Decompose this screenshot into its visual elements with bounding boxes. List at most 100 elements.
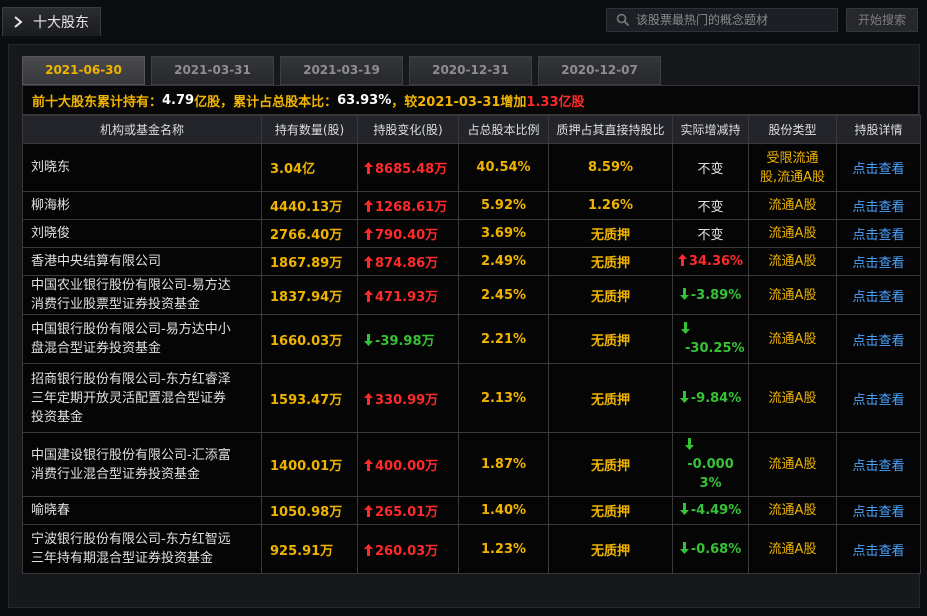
date-tab[interactable]: 2020-12-07 (538, 56, 661, 85)
view-detail-link[interactable]: 点击查看 (836, 314, 921, 364)
holder-name: 三年持有期混合型证券投资基金 (31, 551, 214, 566)
holder-name: 柳海彬 (31, 198, 71, 213)
holding-qty: 1593.47万 (270, 392, 343, 408)
arrow-up-icon (364, 200, 375, 215)
actual-change: 不变 (697, 228, 724, 243)
holding-change-cell: 471.93万 (357, 275, 459, 315)
actual-change-cell: 34.36% (672, 247, 749, 276)
actual-change-cell: -9.84% (672, 363, 749, 433)
holding-change: 260.03万 (375, 543, 439, 559)
date-tab[interactable]: 2021-03-31 (151, 56, 274, 85)
holder-name-cell: 中国建设银行股份有限公司-汇添富 消费行业混合型证券投资基金 (22, 432, 262, 497)
holder-name: 宁波银行股份有限公司-东方红智远 (31, 532, 231, 547)
holder-name-cell: 香港中央结算有限公司 (22, 247, 262, 276)
holding-change: 265.01万 (375, 505, 439, 520)
share-ratio-cell: 1.87% (458, 432, 549, 497)
column-header: 机构或基金名称 (22, 115, 262, 144)
date-tab[interactable]: 2020-12-31 (409, 56, 532, 85)
summary-prefix: 前十大股东累计持有： (32, 94, 163, 110)
view-detail-link[interactable]: 点击查看 (836, 496, 921, 525)
top-ten-shareholders-table: 机构或基金名称 持有数量(股) 持股变化(股) 占总股本比例 质押占其直接持股比 实际增减… (22, 115, 921, 574)
holding-qty: 1400.01万 (270, 459, 343, 474)
section-title-tab[interactable]: 十大股东 (2, 7, 101, 36)
table-row[interactable]: 柳海彬 4440.13万 1268.61万 5.92% 1.26% 不变 流通A股 点击查看 (22, 191, 921, 220)
holding-change-cell: 1268.61万 (357, 191, 459, 220)
column-header: 持股详情 (836, 115, 921, 144)
share-type: 受限流通 (766, 150, 819, 166)
holder-name: 刘晓东 (31, 160, 71, 175)
view-detail-link[interactable]: 点击查看 (836, 219, 921, 248)
arrow-down-icon (681, 322, 692, 337)
start-search-button[interactable]: 开始搜索 (846, 8, 918, 32)
table-row[interactable]: 香港中央结算有限公司 1867.89万 874.86万 2.49% 无质押 34.36% 流… (22, 247, 921, 276)
concept-search-box[interactable] (606, 8, 838, 32)
summary-compare: ，较2021-03-31增加 (391, 94, 527, 110)
actual-change: -0.68% (690, 541, 742, 557)
pledge-ratio-cell: 无质押 (548, 275, 673, 315)
table-row[interactable]: 招商银行股份有限公司-东方红睿泽 三年定期开放灵活配置混合型证券 投资基金 1593.… (22, 363, 921, 433)
holding-change: -39.98万 (375, 333, 435, 349)
holding-change: 400.00万 (375, 459, 439, 474)
table-row[interactable]: 中国建设银行股份有限公司-汇添富 消费行业混合型证券投资基金 1400.01万 400… (22, 432, 921, 497)
arrow-up-icon (364, 228, 375, 243)
view-detail-link[interactable]: 点击查看 (836, 524, 921, 574)
share-ratio-cell: 2.49% (458, 247, 549, 276)
view-detail-link[interactable]: 点击查看 (836, 363, 921, 433)
share-ratio-cell: 5.92% (458, 191, 549, 220)
view-detail-link[interactable]: 点击查看 (836, 143, 921, 192)
arrow-up-icon (677, 254, 689, 269)
holding-qty: 925.91万 (270, 543, 334, 559)
date-tab[interactable]: 2021-06-30 (22, 56, 145, 85)
pledge-ratio-cell: 8.59% (548, 143, 673, 192)
table-row[interactable]: 喻晓春 1050.98万 265.01万 1.40% 无质押 -4.49% 流通A股 点击查看 (22, 496, 921, 525)
actual-change-cell: 不变 (672, 143, 749, 192)
table-row[interactable]: 刘晓东 3.04亿 8685.48万 40.54% 8.59% 不变 受限流通 股,流通A股点… (22, 143, 921, 192)
view-detail-link[interactable]: 点击查看 (836, 191, 921, 220)
share-type: 流通A股 (768, 457, 817, 472)
concept-search-input[interactable] (636, 13, 836, 27)
pledge-ratio: 无质押 (590, 543, 630, 559)
column-header: 持有数量(股) (261, 115, 358, 144)
actual-change-cell: -3.89% (672, 275, 749, 315)
table-row[interactable]: 宁波银行股份有限公司-东方红智远 三年持有期混合型证券投资基金 925.91万 260… (22, 524, 921, 574)
arrow-down-icon (679, 390, 691, 406)
holding-qty: 4440.13万 (270, 200, 343, 215)
holding-change-cell: 400.00万 (357, 432, 459, 497)
table-row[interactable]: 刘晓俊 2766.40万 790.40万 3.69% 无质押 不变 流通A股 点击查看 (22, 219, 921, 248)
actual-change-cell: -4.49% (672, 496, 749, 525)
holding-change: 330.99万 (375, 392, 439, 408)
holder-name-cell: 柳海彬 (22, 191, 262, 220)
table-row[interactable]: 中国银行股份有限公司-易方达中小 盘混合型证券投资基金 1660.03万 -39.98… (22, 314, 921, 364)
holding-change: 1268.61万 (375, 200, 448, 215)
holding-qty-cell: 1867.89万 (261, 247, 358, 276)
holding-qty-cell: 1837.94万 (261, 275, 358, 315)
holder-name: 香港中央结算有限公司 (31, 254, 162, 269)
table-row[interactable]: 中国农业银行股份有限公司-易方达 消费行业股票型证券投资基金 1837.94万 471… (22, 275, 921, 315)
share-ratio-cell: 3.69% (458, 219, 549, 248)
arrow-down-icon (679, 287, 691, 303)
holder-name-cell: 中国农业银行股份有限公司-易方达 消费行业股票型证券投资基金 (22, 275, 262, 315)
share-ratio-cell: 1.23% (458, 524, 549, 574)
summary-holding: 4.79 (162, 92, 195, 108)
column-header: 占总股本比例 (458, 115, 549, 144)
chevron-right-icon (11, 15, 25, 29)
view-detail-link[interactable]: 点击查看 (836, 275, 921, 315)
share-type: 流通A股 (768, 254, 817, 269)
holder-name-cell: 喻晓春 (22, 496, 262, 525)
actual-change: -3.89% (690, 287, 742, 303)
holder-name: 中国农业银行股份有限公司-易方达 (31, 278, 231, 293)
holding-qty: 3.04亿 (270, 162, 316, 177)
holding-change-cell: 330.99万 (357, 363, 459, 433)
holding-change-cell: 260.03万 (357, 524, 459, 574)
actual-change: -9.84% (690, 390, 742, 406)
arrow-down-icon (364, 333, 375, 349)
date-tab[interactable]: 2021-03-19 (280, 56, 403, 85)
share-type-cell: 流通A股 (748, 275, 837, 315)
share-type-cell: 流通A股 (748, 191, 837, 220)
view-detail-link[interactable]: 点击查看 (836, 247, 921, 276)
holding-qty-cell: 1400.01万 (261, 432, 358, 497)
holding-qty-cell: 1593.47万 (261, 363, 358, 433)
actual-change-cell: -30.25% (672, 314, 749, 364)
view-detail-link[interactable]: 点击查看 (836, 432, 921, 497)
pledge-ratio: 无质押 (590, 289, 630, 305)
